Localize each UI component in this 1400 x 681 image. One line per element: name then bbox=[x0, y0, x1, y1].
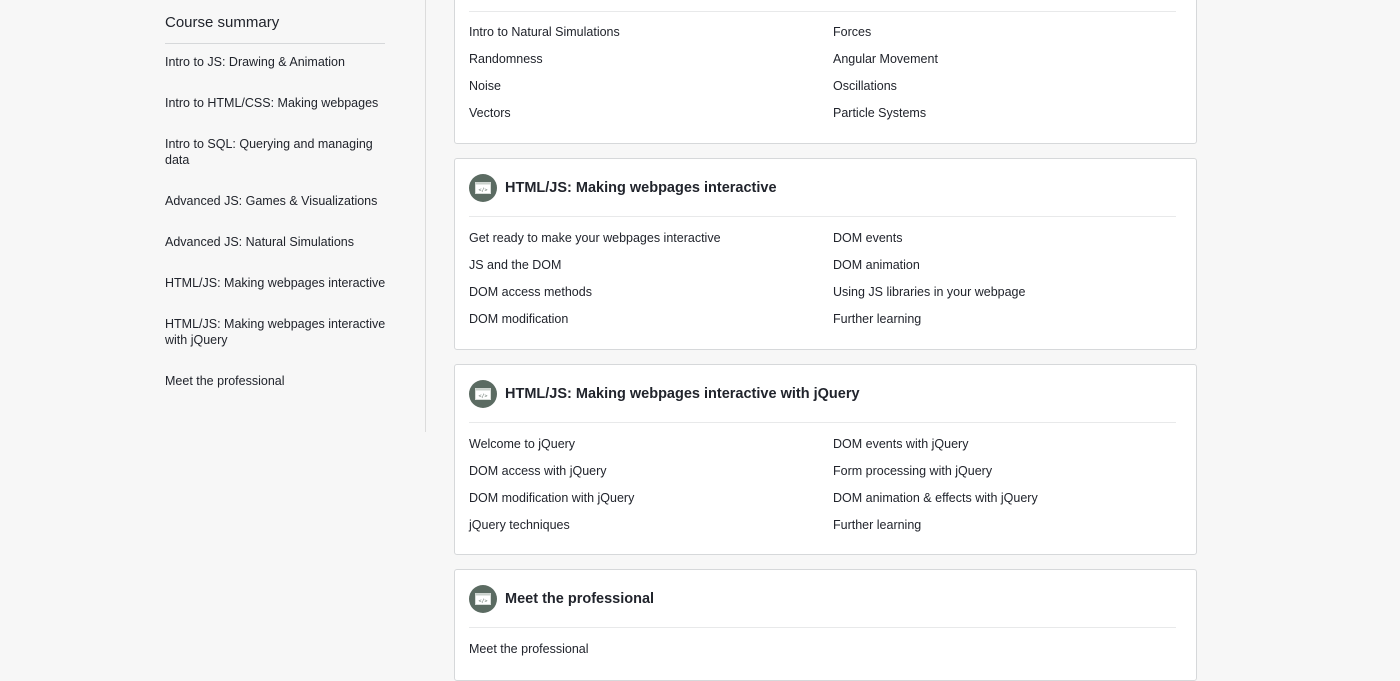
lesson-link[interactable]: Angular Movement bbox=[833, 52, 938, 66]
svg-text:</>: </> bbox=[478, 599, 487, 605]
sidebar-title: Course summary bbox=[165, 14, 280, 31]
unit-card-natural-simulations: Intro to Natural Simulations Randomness … bbox=[454, 0, 1197, 144]
sidebar-item-intro-js[interactable]: Intro to JS: Drawing & Animation bbox=[165, 54, 390, 70]
code-window-icon: </> bbox=[469, 380, 497, 408]
lesson-link[interactable]: DOM modification bbox=[469, 312, 568, 326]
course-page: Course summary Intro to JS: Drawing & An… bbox=[0, 0, 1400, 681]
lesson-grid: Welcome to jQuery DOM access with jQuery… bbox=[469, 437, 1179, 537]
course-summary-sidebar: Course summary Intro to JS: Drawing & An… bbox=[0, 0, 426, 432]
lesson-link[interactable]: Randomness bbox=[469, 52, 543, 66]
lesson-link[interactable]: Meet the professional bbox=[469, 642, 589, 656]
unit-card-html-js-jquery: </> HTML/JS: Making webpages interactive… bbox=[454, 364, 1197, 555]
sidebar-item-intro-sql[interactable]: Intro to SQL: Querying and managing data bbox=[165, 136, 390, 168]
lesson-link[interactable]: Intro to Natural Simulations bbox=[469, 25, 620, 39]
lesson-link[interactable]: Oscillations bbox=[833, 79, 897, 93]
lesson-link[interactable]: DOM events bbox=[833, 231, 902, 245]
unit-title[interactable]: HTML/JS: Making webpages interactive wit… bbox=[505, 386, 860, 402]
lesson-link[interactable]: DOM access methods bbox=[469, 285, 592, 299]
lesson-link[interactable]: DOM animation bbox=[833, 258, 920, 272]
lesson-link[interactable]: Get ready to make your webpages interact… bbox=[469, 231, 721, 245]
lesson-link[interactable]: DOM modification with jQuery bbox=[469, 491, 634, 505]
lesson-link[interactable]: Forces bbox=[833, 25, 871, 39]
lesson-link[interactable]: Using JS libraries in your webpage bbox=[833, 285, 1025, 299]
lesson-link[interactable]: Welcome to jQuery bbox=[469, 437, 575, 451]
lesson-grid: Meet the professional bbox=[469, 642, 1179, 662]
card-header: </> HTML/JS: Making webpages interactive… bbox=[469, 379, 860, 409]
sidebar-item-advanced-js-games[interactable]: Advanced JS: Games & Visualizations bbox=[165, 193, 390, 209]
code-window-icon: </> bbox=[469, 585, 497, 613]
svg-text:</>: </> bbox=[478, 394, 487, 400]
lesson-link[interactable]: Vectors bbox=[469, 106, 511, 120]
unit-title[interactable]: Meet the professional bbox=[505, 591, 654, 607]
sidebar-item-intro-html-css[interactable]: Intro to HTML/CSS: Making webpages bbox=[165, 95, 390, 111]
sidebar-item-advanced-js-natural[interactable]: Advanced JS: Natural Simulations bbox=[165, 234, 390, 250]
card-header: </> HTML/JS: Making webpages interactive bbox=[469, 173, 777, 203]
lesson-link[interactable]: jQuery techniques bbox=[469, 518, 570, 532]
sidebar-list: Intro to JS: Drawing & Animation Intro t… bbox=[165, 54, 390, 414]
sidebar-divider bbox=[165, 43, 385, 44]
lesson-link[interactable]: DOM events with jQuery bbox=[833, 437, 968, 451]
sidebar-item-meet-professional[interactable]: Meet the professional bbox=[165, 373, 390, 389]
unit-card-html-js-interactive: </> HTML/JS: Making webpages interactive… bbox=[454, 158, 1197, 350]
lesson-link[interactable]: JS and the DOM bbox=[469, 258, 561, 272]
lesson-link[interactable]: DOM animation & effects with jQuery bbox=[833, 491, 1038, 505]
card-divider bbox=[469, 627, 1176, 628]
card-divider bbox=[469, 11, 1176, 12]
sidebar-item-html-js-interactive[interactable]: HTML/JS: Making webpages interactive bbox=[165, 275, 390, 291]
lesson-grid: Intro to Natural Simulations Randomness … bbox=[469, 25, 1179, 125]
svg-text:</>: </> bbox=[478, 188, 487, 194]
unit-card-meet-professional: </> Meet the professional Meet the profe… bbox=[454, 569, 1197, 681]
card-divider bbox=[469, 216, 1176, 217]
code-window-icon: </> bbox=[469, 174, 497, 202]
lesson-link[interactable]: Form processing with jQuery bbox=[833, 464, 992, 478]
lesson-grid: Get ready to make your webpages interact… bbox=[469, 231, 1179, 331]
lesson-link[interactable]: DOM access with jQuery bbox=[469, 464, 607, 478]
lesson-link[interactable]: Further learning bbox=[833, 518, 921, 532]
lesson-link[interactable]: Further learning bbox=[833, 312, 921, 326]
unit-title[interactable]: HTML/JS: Making webpages interactive bbox=[505, 180, 777, 196]
sidebar-item-html-js-jquery[interactable]: HTML/JS: Making webpages interactive wit… bbox=[165, 316, 390, 348]
card-header: </> Meet the professional bbox=[469, 584, 654, 614]
lesson-link[interactable]: Noise bbox=[469, 79, 501, 93]
lesson-link[interactable]: Particle Systems bbox=[833, 106, 926, 120]
card-divider bbox=[469, 422, 1176, 423]
